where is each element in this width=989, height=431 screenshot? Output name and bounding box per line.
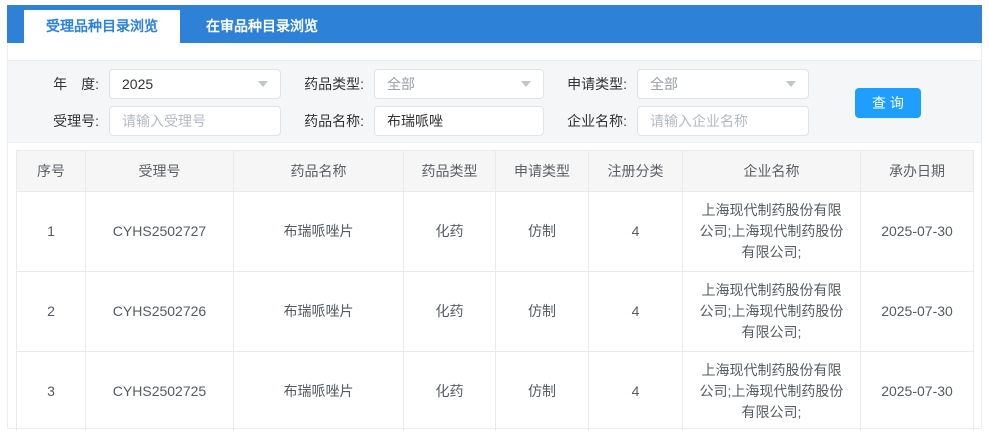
table-cell: 布瑞哌唑片 [233, 351, 404, 431]
acceptance-no-label: 受理号: [53, 113, 99, 129]
table-cell: 化药 [403, 271, 496, 352]
table-cell: 布瑞哌唑片 [233, 191, 404, 272]
table-cell: 3 [16, 351, 86, 431]
table-body: 1 CYHS2502727 布瑞哌唑片 化药 仿制 4 上海现代制药股份有限公司;上海现代制… [16, 191, 974, 431]
drug-type-label: 药品类型: [304, 76, 364, 92]
header-handle-date: 承办日期 [860, 150, 974, 192]
apply-type-select-value: 全部 [650, 76, 678, 92]
content-card: 年 度: 2025 药品类型: 全部 申请类型: 全部 受理号: 药品名称: 企… [7, 43, 982, 431]
table-cell: 2025-07-30 [860, 191, 974, 272]
chevron-down-icon [258, 81, 268, 87]
results-table: 序号 受理号 药品名称 药品类型 申请类型 注册分类 企业名称 承办日期 1 CY… [16, 150, 974, 431]
table-cell: 化药 [403, 191, 496, 272]
results-table-wrapper: 序号 受理号 药品名称 药品类型 申请类型 注册分类 企业名称 承办日期 1 CY… [16, 150, 974, 431]
company-name-input[interactable] [637, 106, 809, 136]
table-cell: 4 [588, 351, 683, 431]
apply-type-label: 申请类型: [567, 76, 627, 92]
tab-bar: 受理品种目录浏览 在审品种目录浏览 [7, 5, 982, 43]
table-cell: 2025-07-30 [860, 351, 974, 431]
header-apply-type: 申请类型 [495, 150, 589, 192]
table-cell: CYHS2502725 [85, 351, 234, 431]
table-row: 2 CYHS2502726 布瑞哌唑片 化药 仿制 4 上海现代制药股份有限公司;上海现代制… [16, 271, 974, 352]
table-cell: 4 [588, 191, 683, 272]
table-cell: 仿制 [495, 191, 589, 272]
filter-row-2: 受理号: 药品名称: 企业名称: [8, 106, 981, 136]
table-cell: 化药 [403, 351, 496, 431]
header-seq-no: 序号 [16, 150, 86, 192]
tab-accepted-catalog[interactable]: 受理品种目录浏览 [24, 10, 180, 43]
table-cell: CYHS2502727 [85, 191, 234, 272]
header-drug-type: 药品类型 [403, 150, 496, 192]
table-cell: 上海现代制药股份有限公司;上海现代制药股份有限公司; [682, 191, 861, 272]
chevron-down-icon [786, 81, 796, 87]
drug-type-select[interactable]: 全部 [374, 69, 544, 99]
header-company-name: 企业名称 [682, 150, 861, 192]
table-cell: 1 [16, 191, 86, 272]
table-cell: CYHS2502726 [85, 271, 234, 352]
table-cell: 2025-07-30 [860, 271, 974, 352]
table-cell: 2 [16, 271, 86, 352]
table-cell: 上海现代制药股份有限公司;上海现代制药股份有限公司; [682, 271, 861, 352]
header-drug-name: 药品名称 [233, 150, 404, 192]
table-cell: 4 [588, 271, 683, 352]
table-row: 1 CYHS2502727 布瑞哌唑片 化药 仿制 4 上海现代制药股份有限公司;上海现代制… [16, 191, 974, 272]
company-name-label: 企业名称: [567, 113, 627, 129]
year-label: 年 度: [53, 76, 99, 92]
table-cell: 仿制 [495, 271, 589, 352]
acceptance-no-input[interactable] [109, 106, 281, 136]
apply-type-select[interactable]: 全部 [637, 69, 809, 99]
table-cell: 布瑞哌唑片 [233, 271, 404, 352]
drug-type-select-value: 全部 [387, 76, 415, 92]
table-cell: 仿制 [495, 351, 589, 431]
header-registration-class: 注册分类 [588, 150, 683, 192]
filter-panel: 年 度: 2025 药品类型: 全部 申请类型: 全部 受理号: 药品名称: 企… [8, 60, 981, 143]
header-acceptance-no: 受理号 [85, 150, 234, 192]
table-header-row: 序号 受理号 药品名称 药品类型 申请类型 注册分类 企业名称 承办日期 [16, 150, 974, 192]
year-select[interactable]: 2025 [109, 69, 281, 99]
drug-name-label: 药品名称: [304, 113, 364, 129]
tab-under-review-catalog[interactable]: 在审品种目录浏览 [184, 10, 340, 43]
search-button[interactable]: 查 询 [855, 88, 921, 118]
drug-name-input[interactable] [374, 106, 544, 136]
chevron-down-icon [521, 81, 531, 87]
table-cell: 上海现代制药股份有限公司;上海现代制药股份有限公司; [682, 351, 861, 431]
table-row: 3 CYHS2502725 布瑞哌唑片 化药 仿制 4 上海现代制药股份有限公司;上海现代制… [16, 351, 974, 431]
filter-row-1: 年 度: 2025 药品类型: 全部 申请类型: 全部 [8, 69, 981, 99]
year-select-value: 2025 [122, 76, 154, 92]
